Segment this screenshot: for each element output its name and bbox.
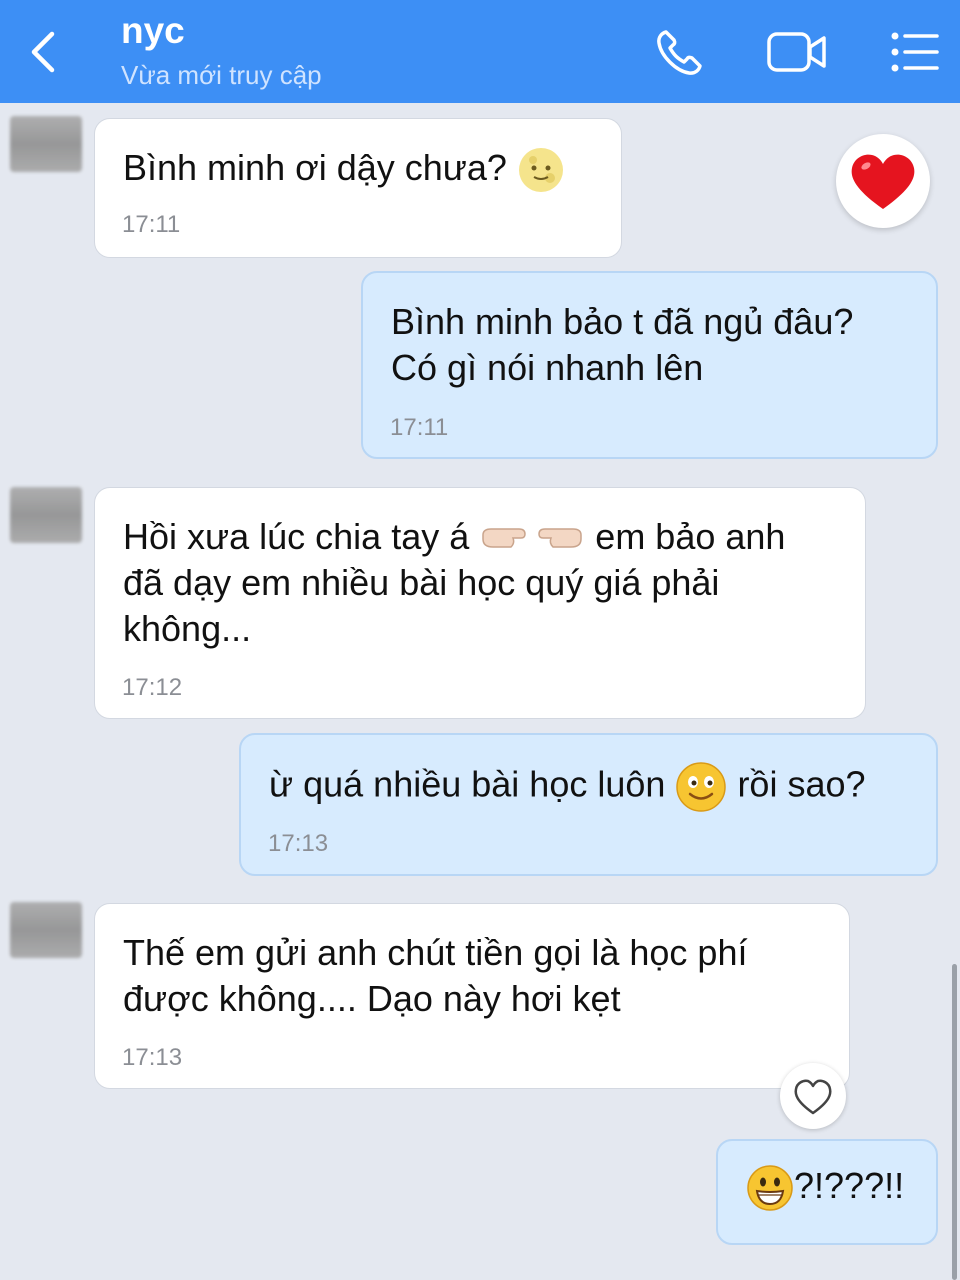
react-button[interactable] <box>780 1063 846 1129</box>
phone-icon[interactable] <box>652 26 706 80</box>
message-bubble-outgoing[interactable]: ?!???!! <box>716 1139 938 1245</box>
chevron-left-icon[interactable] <box>22 26 66 78</box>
message-bubble-outgoing[interactable]: Bình minh bảo t đã ngủ đâu? Có gì nói nh… <box>361 271 938 459</box>
video-camera-icon[interactable] <box>765 26 829 78</box>
message-bubble-incoming[interactable]: Hồi xưa lúc chia tay á em bảo anh đã dạy… <box>94 487 866 719</box>
message-text: Hồi xưa lúc chia tay á em bảo anh đã dạy… <box>123 516 786 649</box>
chat-header: nyc Vừa mới truy cập <box>0 0 960 103</box>
chat-title[interactable]: nyc <box>121 10 185 52</box>
pointing-hands-icon <box>482 528 583 549</box>
message-bubble-incoming[interactable]: Thế em gửi anh chút tiền gọi là học phí … <box>94 903 850 1089</box>
message-time: 17:11 <box>390 414 449 441</box>
message-text: Bình minh bảo t đã ngủ đâu? Có gì nói nh… <box>391 301 854 388</box>
heart-outline-icon <box>794 1079 832 1115</box>
heart-icon <box>851 154 915 209</box>
avatar[interactable] <box>10 116 82 172</box>
message-time: 17:11 <box>122 211 181 238</box>
message-text: Bình minh ơi dậy chưa? <box>123 145 593 194</box>
message-text: ?!???!! <box>746 1163 916 1212</box>
list-menu-icon[interactable] <box>888 26 940 78</box>
message-time: 17:12 <box>122 674 183 701</box>
scrollbar[interactable] <box>952 964 957 1280</box>
chat-status: Vừa mới truy cập <box>121 60 322 90</box>
message-bubble-incoming[interactable]: Bình minh ơi dậy chưa? 17:11 <box>94 118 622 258</box>
smiling-face-icon <box>676 762 727 812</box>
message-bubble-outgoing[interactable]: ừ quá nhiều bài học luôn rồi sao? 17:13 <box>239 733 938 876</box>
message-time: 17:13 <box>268 830 329 857</box>
message-text: ừ quá nhiều bài học luôn rồi sao? <box>269 761 908 813</box>
avatar[interactable] <box>10 902 82 958</box>
message-text: Thế em gửi anh chút tiền gọi là học phí … <box>123 932 748 1019</box>
moon-face-icon <box>518 148 563 193</box>
message-time: 17:13 <box>122 1044 183 1071</box>
avatar[interactable] <box>10 487 82 543</box>
reaction-badge[interactable] <box>836 134 930 228</box>
grinning-face-icon <box>747 1165 793 1212</box>
